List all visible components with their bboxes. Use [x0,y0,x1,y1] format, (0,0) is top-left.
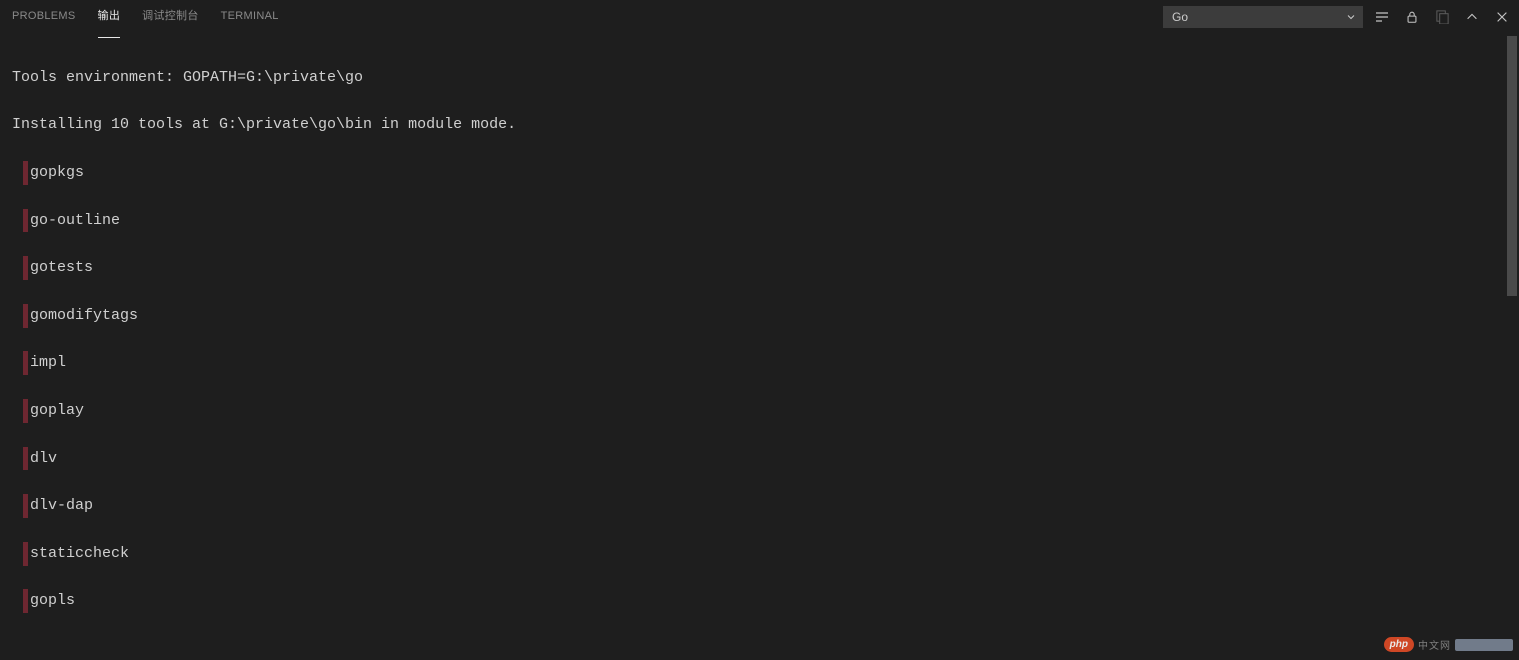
panel-action-icons [1373,8,1511,26]
panel-tabs: PROBLEMS 输出 调试控制台 TERMINAL [12,0,279,33]
lock-icon[interactable] [1403,8,1421,26]
output-channel-select[interactable]: Go [1163,6,1363,28]
output-tool-line: dlv [12,447,1509,471]
tab-output[interactable]: 输出 [98,0,121,34]
output-content[interactable]: Tools environment: GOPATH=G:\private\go … [0,34,1519,660]
watermark-php-badge: php [1384,637,1414,652]
output-tool-line: goplay [12,399,1509,423]
output-tool-line: impl [12,351,1509,375]
output-tool-line: dlv-dap [12,494,1509,518]
output-channel-value[interactable]: Go [1163,6,1363,28]
output-line: Tools environment: GOPATH=G:\private\go [12,66,1509,90]
chevron-down-panel-icon[interactable] [1463,8,1481,26]
vertical-scrollbar[interactable] [1507,36,1517,296]
tab-debug-console[interactable]: 调试控制台 [142,0,199,34]
tab-terminal[interactable]: TERMINAL [221,0,279,34]
watermark-cn-text: 中文网 [1418,637,1451,652]
watermark-strip [1455,639,1513,651]
output-tool-line: staticcheck [12,542,1509,566]
clear-output-icon[interactable] [1433,8,1451,26]
word-wrap-icon[interactable] [1373,8,1391,26]
output-line: Installing 10 tools at G:\private\go\bin… [12,113,1509,137]
watermark: php 中文网 [1384,637,1513,652]
output-panel: PROBLEMS 输出 调试控制台 TERMINAL Go [0,0,1519,660]
output-tool-line: gotests [12,256,1509,280]
panel-tabbar: PROBLEMS 输出 调试控制台 TERMINAL Go [0,0,1519,34]
output-blank-line [12,637,1509,660]
output-tool-line: gopkgs [12,161,1509,185]
tab-problems[interactable]: PROBLEMS [12,0,76,34]
close-panel-icon[interactable] [1493,8,1511,26]
output-tool-line: gopls [12,589,1509,613]
output-tool-line: go-outline [12,209,1509,233]
output-tool-line: gomodifytags [12,304,1509,328]
